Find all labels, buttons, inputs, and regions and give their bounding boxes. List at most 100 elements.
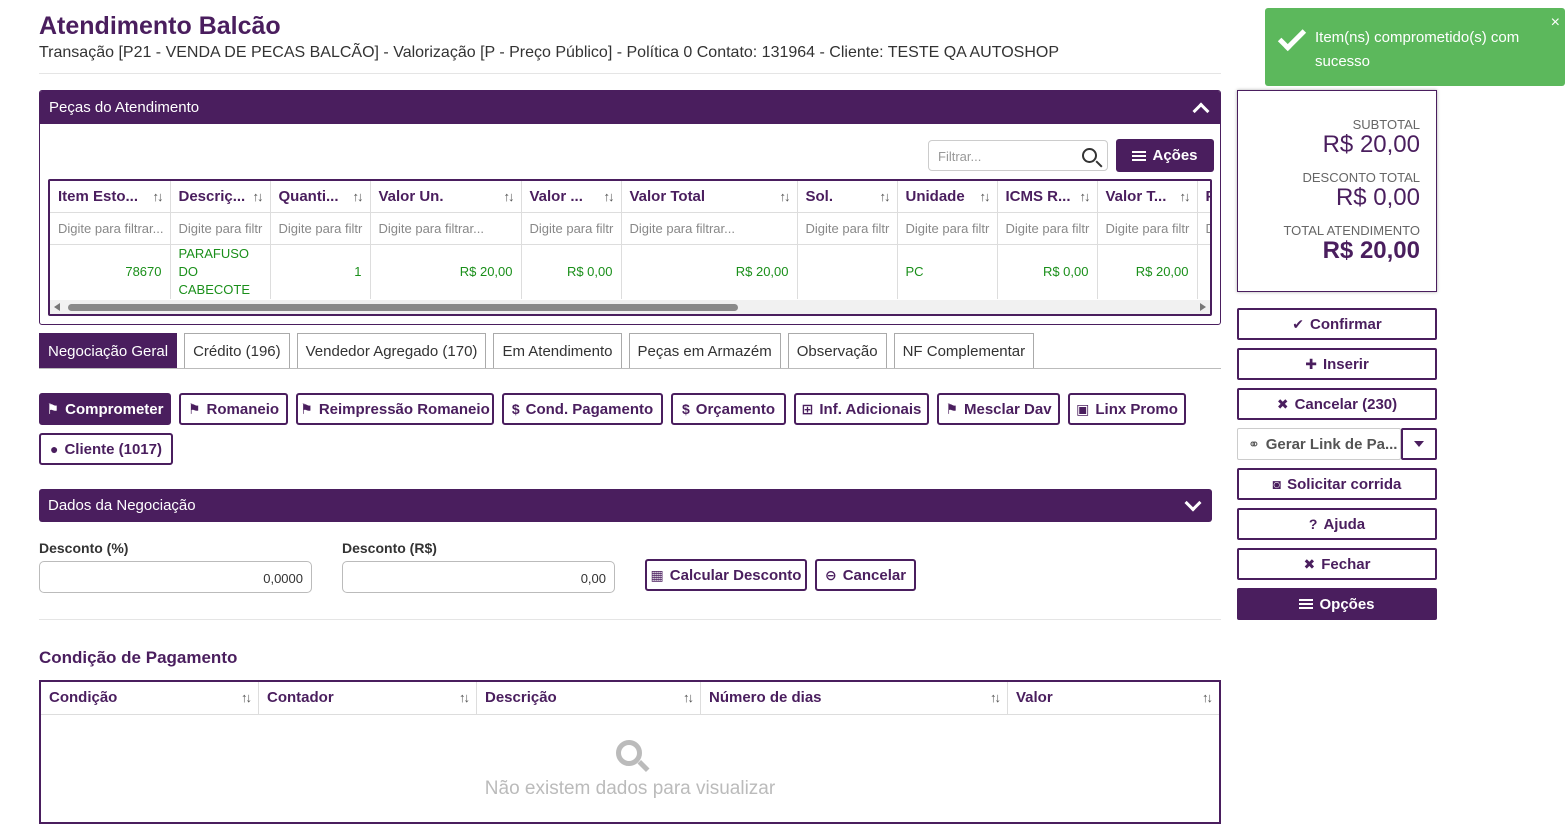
sort-icon[interactable]: ↑↓: [504, 189, 515, 204]
sort-icon[interactable]: ↑↓: [683, 690, 694, 705]
column-header[interactable]: Contador ↑↓: [259, 682, 477, 714]
negociacao-tabs: Negociação Geral Crédito (196) Vendedor …: [39, 333, 1035, 369]
column-header[interactable]: Descrição ↑↓: [477, 682, 701, 714]
cell-quantidade: 1: [270, 244, 371, 299]
calcular-desconto-button[interactable]: ▦ Calcular Desconto: [645, 559, 807, 591]
linx-promo-button[interactable]: ▣ Linx Promo: [1068, 393, 1186, 425]
sort-icon[interactable]: ↑↓: [1180, 189, 1191, 204]
column-header[interactable]: Número de dias ↑↓: [701, 682, 1008, 714]
cancelar-button[interactable]: ✖ Cancelar (230): [1237, 388, 1437, 420]
chevron-up-icon[interactable]: [1192, 102, 1210, 119]
sort-icon[interactable]: ↑↓: [1080, 189, 1091, 204]
column-filter-input[interactable]: Digite para filtrar...: [621, 212, 798, 245]
cond-pagamento-button[interactable]: $ Cond. Pagamento: [502, 393, 663, 425]
column-filter-input[interactable]: Digite para filtr: [1097, 212, 1198, 245]
transaction-subtitle: Transação [P21 - VENDA DE PECAS BALCÃO] …: [39, 44, 1059, 61]
scroll-thumb[interactable]: [68, 304, 738, 311]
column-header[interactable]: Descriç... ↑↓: [170, 181, 271, 213]
column-filter-input[interactable]: Digite para filtr: [270, 212, 371, 245]
sort-icon[interactable]: ↑↓: [780, 189, 791, 204]
column-filter-input[interactable]: Digite para filtr: [797, 212, 898, 245]
pecas-panel-header[interactable]: Peças do Atendimento: [40, 91, 1220, 124]
opcoes-button[interactable]: Opções: [1237, 588, 1437, 620]
sort-icon[interactable]: ↑↓: [1202, 690, 1213, 705]
column-filter-input[interactable]: Digite para filtr: [897, 212, 998, 245]
column-header[interactable]: P: [1197, 181, 1210, 213]
inf-adicionais-button[interactable]: ⊞ Inf. Adicionais: [794, 393, 929, 425]
close-icon[interactable]: ×: [1551, 14, 1560, 32]
desconto-rs-input[interactable]: 0,00: [342, 561, 615, 593]
sort-icon[interactable]: ↑↓: [153, 189, 164, 204]
cliente-button[interactable]: ● Cliente (1017): [39, 433, 173, 465]
sort-icon[interactable]: ↑↓: [241, 690, 252, 705]
cancelar-desconto-button[interactable]: ⊖ Cancelar: [815, 559, 916, 591]
pecas-panel: Peças do Atendimento Filtrar... Ações It…: [39, 90, 1221, 325]
column-filter-input[interactable]: Digite para filtr: [521, 212, 622, 245]
search-icon: [616, 740, 642, 766]
ajuda-button[interactable]: ? Ajuda: [1237, 508, 1437, 540]
solicitar-corrida-button[interactable]: ◙ Solicitar corrida: [1237, 468, 1437, 500]
column-header[interactable]: ICMS R... ↑↓: [997, 181, 1098, 213]
column-header[interactable]: Item Esto... ↑↓: [50, 181, 171, 213]
sort-icon[interactable]: ↑↓: [253, 189, 264, 204]
question-icon: ?: [1308, 516, 1318, 532]
gerar-link-button[interactable]: ⚭ Gerar Link de Pa...: [1237, 428, 1401, 460]
column-header[interactable]: Quanti... ↑↓: [270, 181, 371, 213]
column-header[interactable]: Valor T... ↑↓: [1097, 181, 1198, 213]
dollar-icon: $: [511, 401, 520, 417]
menu-icon: [1132, 150, 1147, 161]
reimpressao-romaneio-button[interactable]: ⚑ Reimpressão Romaneio: [296, 393, 494, 425]
grid-header-row: Item Esto... ↑↓ Descriç... ↑↓ Quanti... ↑↓ …: [50, 181, 1210, 213]
desconto-total-value: R$ 0,00: [1335, 184, 1420, 211]
column-header[interactable]: Unidade ↑↓: [897, 181, 998, 213]
gerar-link-dropdown[interactable]: [1401, 428, 1437, 460]
tab-credito[interactable]: Crédito (196): [184, 333, 290, 369]
taxi-icon: ◙: [1272, 476, 1282, 492]
scroll-left-icon[interactable]: [54, 303, 60, 311]
sort-icon[interactable]: ↑↓: [990, 690, 1001, 705]
sort-icon[interactable]: ↑↓: [604, 189, 615, 204]
sort-icon[interactable]: ↑↓: [353, 189, 364, 204]
table-row[interactable]: 78670 PARAFUSO DO CABECOTE 1 R$ 20,00 R$…: [50, 244, 1210, 299]
tab-em-atendimento[interactable]: Em Atendimento: [493, 333, 622, 369]
dados-negociacao-title: Dados da Negociação: [48, 497, 196, 514]
column-filter-input[interactable]: Digite para filtrar...: [50, 212, 171, 245]
column-header[interactable]: Valor Un. ↑↓: [370, 181, 522, 213]
column-header[interactable]: Valor ... ↑↓: [521, 181, 622, 213]
tab-vendedor-agregado[interactable]: Vendedor Agregado (170): [296, 333, 487, 369]
inserir-button[interactable]: ✚ Inserir: [1237, 348, 1437, 380]
comprometer-button[interactable]: ⚑ Comprometer: [39, 393, 171, 425]
flag-icon: ⚑: [300, 401, 313, 417]
filter-input[interactable]: Filtrar...: [928, 140, 1108, 171]
column-header[interactable]: Sol. ↑↓: [797, 181, 898, 213]
column-filter-input[interactable]: D: [1197, 212, 1210, 245]
acoes-button[interactable]: Ações: [1116, 139, 1214, 172]
fechar-button[interactable]: ✖ Fechar: [1237, 548, 1437, 580]
column-header[interactable]: Valor Total ↑↓: [621, 181, 798, 213]
mesclar-dav-button[interactable]: ⚑ Mesclar Dav: [937, 393, 1060, 425]
column-filter-input[interactable]: Digite para filtrar...: [370, 212, 522, 245]
column-filter-input[interactable]: Digite para filtr: [170, 212, 271, 245]
dados-negociacao-header[interactable]: Dados da Negociação: [39, 489, 1212, 522]
desconto-pct-input[interactable]: 0,0000: [39, 561, 312, 593]
sort-icon[interactable]: ↑↓: [459, 690, 470, 705]
tab-observacao[interactable]: Observação: [787, 333, 887, 369]
romaneio-button[interactable]: ⚑ Romaneio: [179, 393, 288, 425]
column-header[interactable]: Condição ↑↓: [41, 682, 259, 714]
column-header[interactable]: Valor ↑↓: [1008, 682, 1219, 714]
check-icon: ✔: [1292, 316, 1305, 332]
column-filter-input[interactable]: Digite para filtr: [997, 212, 1098, 245]
sort-icon[interactable]: ↑↓: [980, 189, 991, 204]
tab-nf-complementar[interactable]: NF Complementar: [893, 333, 1035, 369]
dollar-icon: $: [682, 401, 690, 417]
chevron-down-icon[interactable]: [1184, 494, 1202, 511]
horizontal-scrollbar[interactable]: [50, 300, 1210, 314]
orcamento-button[interactable]: $ Orçamento: [671, 393, 786, 425]
toast-message: Item(ns) comprometido(s) com sucesso: [1315, 29, 1520, 70]
tab-pecas-armazem[interactable]: Peças em Armazém: [628, 333, 781, 369]
search-icon[interactable]: [1082, 148, 1097, 163]
sort-icon[interactable]: ↑↓: [880, 189, 891, 204]
confirmar-button[interactable]: ✔ Confirmar: [1237, 308, 1437, 340]
tab-negociacao-geral[interactable]: Negociação Geral: [39, 333, 178, 369]
scroll-right-icon[interactable]: [1200, 303, 1206, 311]
